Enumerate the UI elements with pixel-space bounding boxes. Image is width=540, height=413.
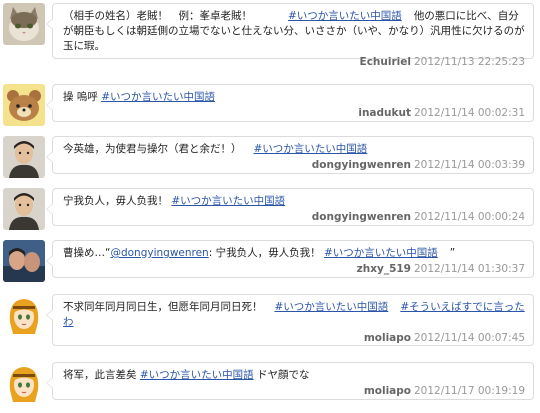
tweet-bubble: 宁我负人，毋人负我！ #いつか言いたい中国語 dongyingwenren 201… (46, 188, 534, 226)
tweet-meta: inadukut 2012/11/14 00:02:31 (63, 106, 525, 120)
tweet-body: 今英雄，为使君与操尔（君と余だ！） (63, 143, 242, 155)
timestamp[interactable]: 2012/11/13 22:25:23 (414, 56, 525, 68)
tweet-body: 不求同年同月同日生，但愿年同月同日死！ (63, 301, 263, 313)
tweet-bubble: 不求同年同月同日生，但愿年同月同日死！ #いつか言いたい中国語 #そういえばすでに言… (46, 294, 534, 346)
username[interactable]: dongyingwenren (312, 159, 411, 171)
tweet-body: 宁我负人，毋人负我！ (63, 195, 168, 207)
timestamp[interactable]: 2012/11/14 00:07:45 (414, 332, 525, 344)
hashtag-link[interactable]: #いつか言いたい中国語 (101, 91, 215, 103)
tweet-body: 将军，此言差矣 (63, 369, 137, 381)
tweet-bubble: 曹操め…“@dongyingwenren: 宁我负人，毋人负我！ #いつか言いた… (46, 240, 534, 278)
tweet-body-tail: ドヤ顔でな (257, 369, 310, 381)
bear-avatar[interactable] (3, 84, 45, 126)
tweet-bubble: 将军，此言差矣 #いつか言いたい中国語 ドヤ顔でな moliapo 2012/11… (46, 362, 534, 400)
cat-avatar[interactable] (3, 3, 45, 45)
tweet-body: （相手の姓名）老賊！ 例：峯卓老賊！ (63, 10, 252, 22)
timestamp[interactable]: 2012/11/14 00:03:39 (414, 159, 525, 171)
tweet-meta: dongyingwenren 2012/11/14 00:03:39 (63, 158, 525, 172)
hashtag-link[interactable]: #いつか言いたい中国語 (171, 195, 285, 207)
anime-girl-avatar[interactable] (3, 294, 45, 336)
tweet-text: （相手の姓名）老賊！ 例：峯卓老賊！ #いつか言いたい中国語 他の悪口に比べ、自分が… (63, 9, 525, 54)
timestamp[interactable]: 2012/11/14 00:00:24 (414, 211, 525, 223)
tweet-bubble: 今英雄，为使君与操尔（君と余だ！） #いつか言いたい中国語 dongyingwen… (46, 136, 534, 174)
hashtag-link[interactable]: #いつか言いたい中国語 (288, 10, 402, 22)
tweet-body-prefix: 曹操め…“ (63, 247, 111, 259)
tweet-body: 操 嗚呼 (63, 91, 98, 103)
timestamp[interactable]: 2012/11/17 00:19:19 (414, 385, 525, 397)
username[interactable]: Echuiriel (360, 56, 411, 68)
tweet-meta: moliapo 2012/11/17 00:19:19 (63, 384, 525, 398)
username[interactable]: moliapo (364, 385, 411, 397)
hashtag-link[interactable]: #いつか言いたい中国語 (324, 247, 438, 259)
username[interactable]: moliapo (364, 332, 411, 344)
tweet-text: 将军，此言差矣 #いつか言いたい中国語 ドヤ顔でな (63, 368, 525, 383)
tweet-text: 宁我负人，毋人负我！ #いつか言いたい中国語 (63, 194, 525, 209)
mention-link[interactable]: @dongyingwenren (110, 247, 208, 259)
anime-girl-avatar[interactable] (3, 362, 45, 404)
tweet-meta: moliapo 2012/11/14 00:07:45 (63, 331, 525, 345)
username[interactable]: inadukut (358, 107, 411, 119)
hashtag-link[interactable]: #いつか言いたい中国語 (275, 301, 389, 313)
timestamp[interactable]: 2012/11/14 01:30:37 (414, 263, 525, 275)
hashtag-link[interactable]: #いつか言いたい中国語 (140, 369, 254, 381)
tweet-meta: Echuiriel 2012/11/13 22:25:23 (63, 55, 525, 69)
username[interactable]: zhxy_519 (357, 263, 411, 275)
hashtag-link[interactable]: #いつか言いたい中国語 (254, 143, 368, 155)
timestamp[interactable]: 2012/11/14 00:02:31 (414, 107, 525, 119)
tweet-meta: zhxy_519 2012/11/14 01:30:37 (63, 262, 525, 276)
tweet-bubble: （相手の姓名）老賊！ 例：峯卓老賊！ #いつか言いたい中国語 他の悪口に比べ、自分が… (46, 3, 534, 68)
man-avatar[interactable] (3, 136, 45, 178)
tweet-text: 曹操め…“@dongyingwenren: 宁我负人，毋人负我！ #いつか言いた… (63, 246, 525, 261)
man-avatar[interactable] (3, 188, 45, 230)
tweet-text: 今英雄，为使君与操尔（君と余だ！） #いつか言いたい中国語 (63, 142, 525, 157)
tweet-bubble: 操 嗚呼 #いつか言いたい中国語 inadukut 2012/11/14 00:0… (46, 84, 534, 122)
tweet-text: 操 嗚呼 #いつか言いたい中国語 (63, 90, 525, 105)
tweet-body: : 宁我负人，毋人负我！ (208, 247, 321, 259)
username[interactable]: dongyingwenren (312, 211, 411, 223)
tweet-body-tail: ” (449, 247, 456, 259)
tweet-meta: dongyingwenren 2012/11/14 00:00:24 (63, 210, 525, 224)
tweet-text: 不求同年同月同日生，但愿年同月同日死！ #いつか言いたい中国語 #そういえばすでに言… (63, 300, 525, 330)
photo-avatar[interactable] (3, 240, 45, 282)
